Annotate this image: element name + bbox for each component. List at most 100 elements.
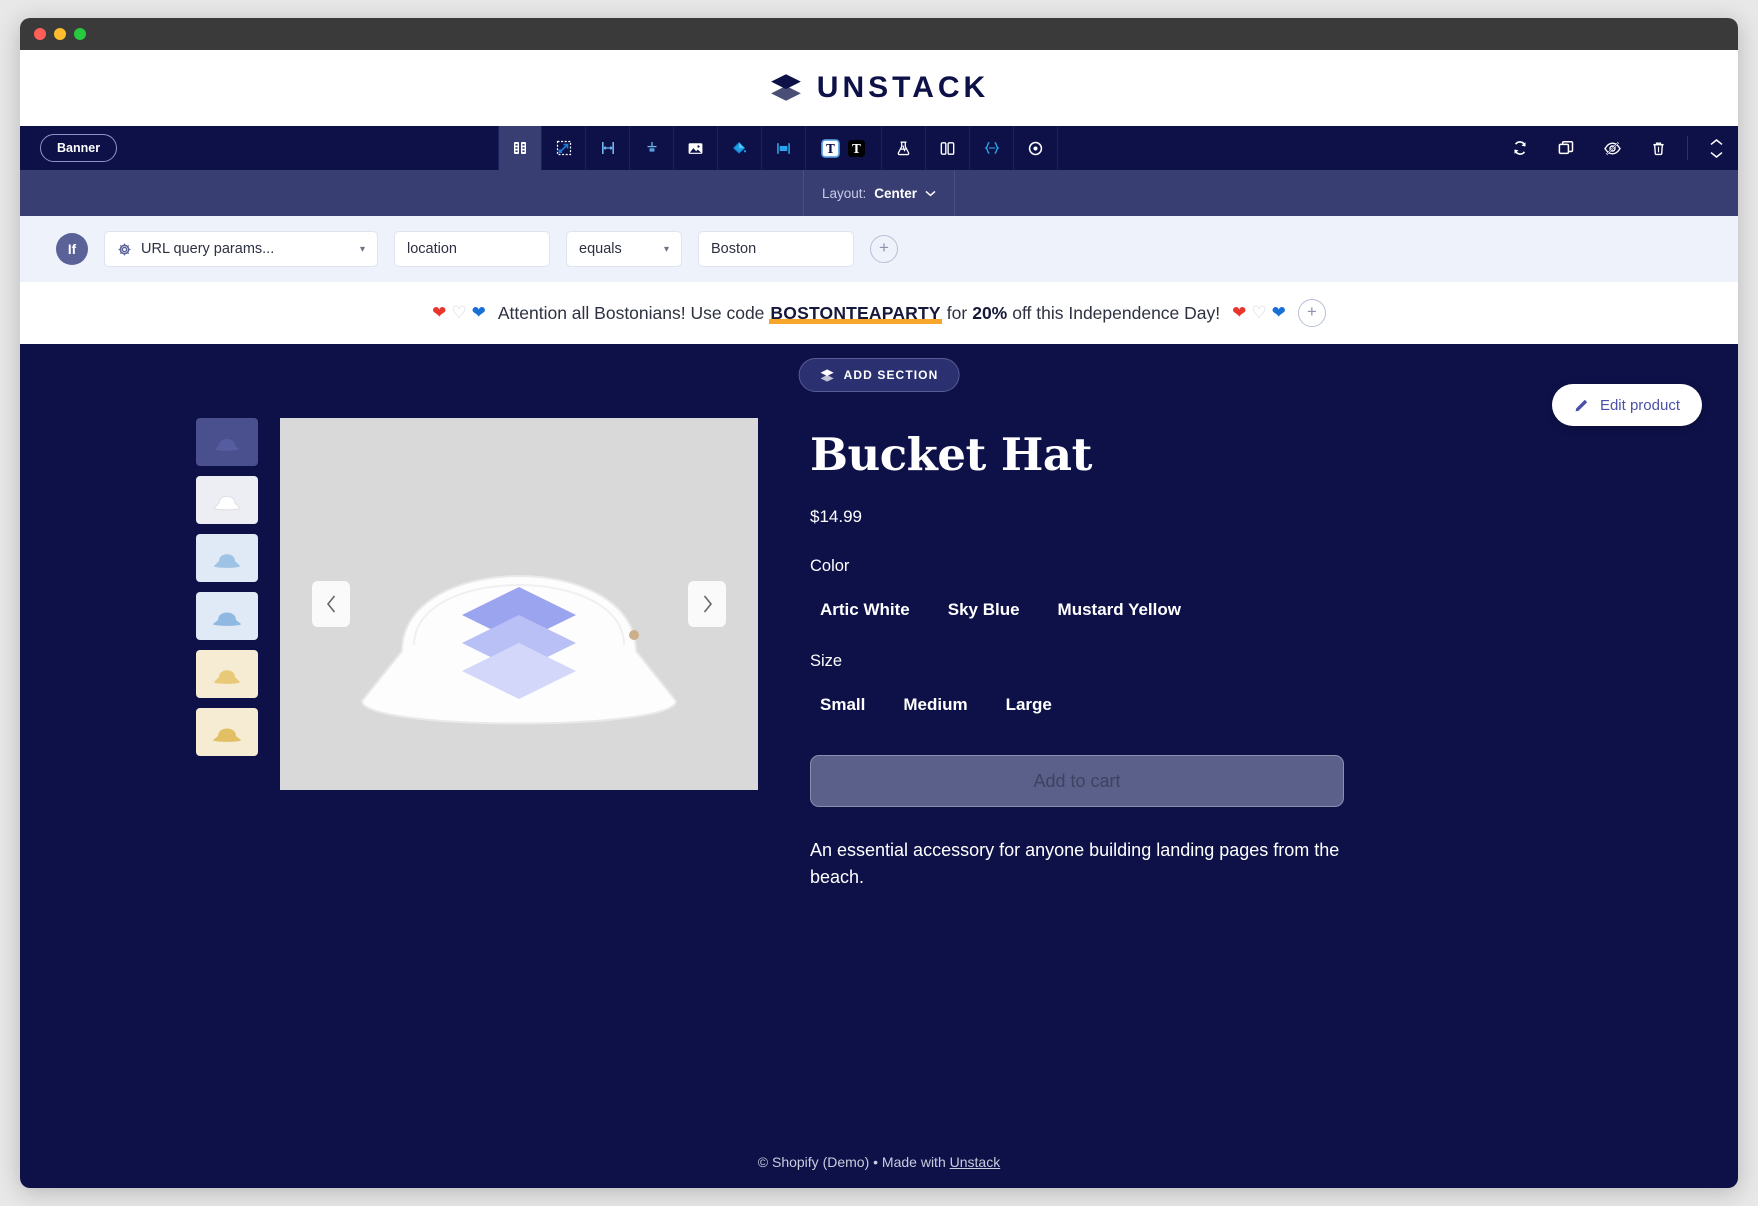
toolbar-divider [1687,136,1688,160]
hat-shape-icon [214,554,240,568]
thumbnail-yellow-hat-side[interactable] [196,708,258,756]
condition-bar: If URL query params... ▾ location equals… [20,216,1738,282]
thumbnail-list [196,418,258,891]
product-price: $14.99 [810,507,862,526]
tool-resize-section[interactable] [542,126,586,170]
color-option-mustard-yellow[interactable]: Mustard Yellow [1048,598,1191,622]
tool-padding[interactable] [630,126,674,170]
gallery-prev-button[interactable] [312,581,350,627]
code-braces-icon [983,141,1000,155]
condition-target-input[interactable]: Boston [698,231,854,267]
action-duplicate[interactable] [1543,126,1589,170]
hat-shape-icon [213,495,241,511]
product-description: An essential accessory for anyone buildi… [810,840,1340,887]
chevron-down-icon [925,190,936,196]
promo-text-part1: Attention all Bostonians! Use code [497,302,765,323]
action-sync[interactable] [1497,126,1543,170]
section-move-stepper[interactable] [1694,126,1738,170]
size-option-medium[interactable]: Medium [893,693,977,717]
condition-operator-select[interactable]: equals ▾ [566,231,682,267]
layout-columns-icon [514,142,526,154]
tool-section-width[interactable] [586,126,630,170]
layout-selector[interactable]: Layout: Center [802,170,956,216]
tool-background-image[interactable] [674,126,718,170]
svg-text:T: T [852,142,861,156]
color-option-label: Color [810,557,850,575]
tool-responsive[interactable] [926,126,970,170]
promo-text-part2: for [946,302,968,323]
size-option-large[interactable]: Large [996,693,1062,717]
window-minimize-button[interactable] [54,28,66,40]
footer-text: © Shopify (Demo) • Made with [757,1154,950,1170]
window-maximize-button[interactable] [74,28,86,40]
tool-ab-test[interactable] [882,126,926,170]
tool-text-color[interactable]: T T [806,126,882,170]
footer-unstack-link[interactable]: Unstack [950,1154,1001,1170]
spacing-width-icon [601,142,614,154]
text-color-light-icon: T [821,138,840,158]
thumbnail-blue-hat-front[interactable] [196,534,258,582]
responsive-icon [940,141,955,155]
page-canvas: ADD SECTION Edit product Bucket Hat $14.… [20,344,1738,1188]
heart-red-icon: ❤ [1232,303,1247,322]
tool-container[interactable] [762,126,806,170]
stacked-layers-icon [770,74,801,101]
promo-message: ❤ ♡ ❤ Attention all Bostonians! Use code… [432,302,1286,324]
pencil-icon [1575,399,1588,412]
gallery-next-button[interactable] [688,581,726,627]
add-condition-button[interactable]: + [870,235,898,263]
layout-value: Center [874,185,918,201]
promo-text-part3: off this Independence Day! [1012,302,1221,323]
add-to-cart-button[interactable]: Add to cart [810,755,1344,807]
tool-personalize[interactable] [1014,126,1058,170]
color-option-sky-blue[interactable]: Sky Blue [938,598,1030,622]
action-hide[interactable] [1589,126,1635,170]
toolbar-tools: T T [498,126,1058,170]
toolbar-actions [1497,126,1738,170]
action-delete[interactable] [1635,126,1681,170]
edit-product-label: Edit product [1599,396,1680,414]
size-option-label: Size [810,652,843,670]
size-option-small[interactable]: Small [810,693,875,717]
image-icon [688,142,703,154]
thumbnail-yellow-hat-front[interactable] [196,650,258,698]
section-type-badge[interactable]: Banner [40,134,118,162]
resize-section-icon [556,140,571,156]
condition-key-input[interactable]: location [394,231,550,267]
chevron-left-icon [326,595,335,613]
chevron-down-icon: ▾ [663,243,669,255]
paint-bucket-icon [732,141,747,154]
move-up-icon[interactable] [1709,138,1724,147]
thumbnail-blue-hat-side[interactable] [196,592,258,640]
condition-key-value: location [407,241,457,257]
product-hero-image[interactable] [280,418,758,790]
window-close-button[interactable] [34,28,46,40]
heart-white-icon: ♡ [451,303,467,322]
promo-code: BOSTONTEAPARTY [769,302,942,324]
tool-custom-code[interactable] [970,126,1014,170]
bucket-hat-image [360,575,678,725]
color-option-artic-white[interactable]: Artic White [810,598,920,622]
site-header: UNSTACK [20,50,1738,126]
tool-layout-columns[interactable] [498,126,542,170]
hat-shape-icon [214,670,240,684]
add-section-button[interactable]: ADD SECTION [798,358,960,392]
text-color-dark-icon: T [848,139,865,157]
chevron-down-icon: ▾ [359,243,365,255]
brand-logo[interactable]: UNSTACK [769,71,989,105]
tool-background-color[interactable] [718,126,762,170]
condition-if-pill[interactable]: If [56,233,88,265]
thumbnail-dark-hat[interactable] [196,418,258,466]
editor-toolbar: Banner T T [20,126,1738,170]
duplicate-icon [1558,140,1574,155]
move-down-icon[interactable] [1709,150,1724,159]
condition-source-select[interactable]: URL query params... ▾ [104,231,378,267]
size-option-row: Small Medium Large [810,693,1344,717]
svg-text:T: T [826,142,835,156]
add-section-label: ADD SECTION [843,368,939,382]
add-promo-element-button[interactable]: + [1297,299,1326,327]
brand-name: UNSTACK [816,71,990,104]
layout-label: Layout: [821,185,867,201]
thumbnail-white-hat[interactable] [196,476,258,524]
color-option-row: Artic White Sky Blue Mustard Yellow [810,598,1344,622]
